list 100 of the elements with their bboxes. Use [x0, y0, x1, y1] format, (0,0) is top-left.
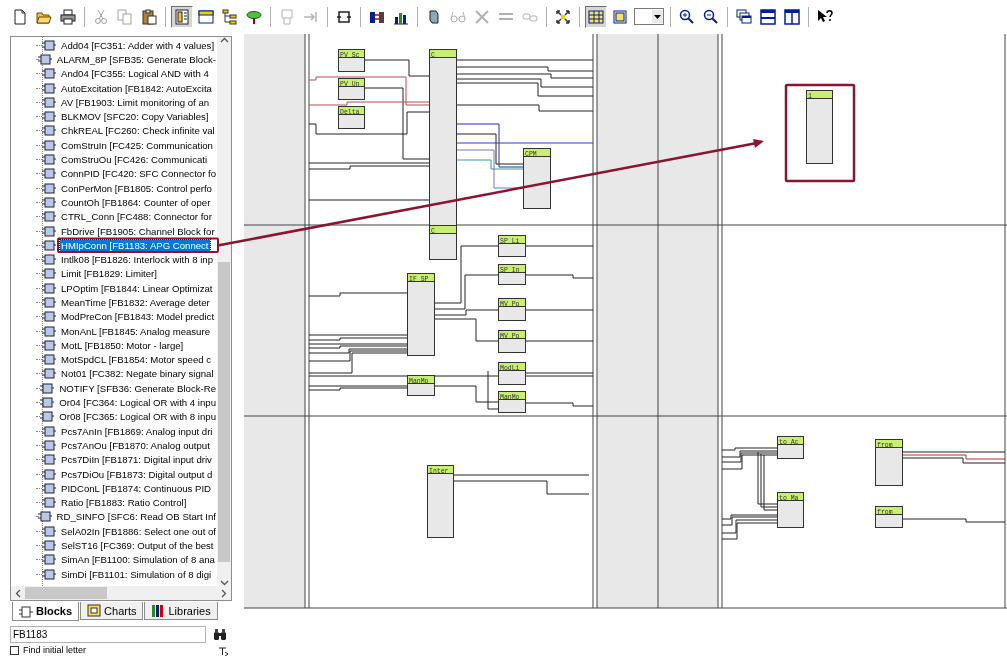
tree-item[interactable]: ComStruOu [FC426: Communicati — [60, 154, 209, 165]
tree-item[interactable]: And04 [FC355: Logical AND with 4 — [60, 68, 210, 80]
tab[interactable]: Charts — [80, 602, 144, 620]
paste-icon — [141, 8, 157, 25]
block-icon — [42, 211, 56, 223]
cross-icon — [474, 8, 490, 25]
block-icon — [42, 111, 56, 123]
block-icon — [37, 511, 52, 523]
caret-icon — [654, 14, 661, 19]
tree-item[interactable]: AV [FB1903: Limit monitoring of an — [60, 96, 211, 108]
chart-icon — [87, 604, 102, 617]
tree-icon — [222, 8, 238, 25]
zoom-in-icon — [679, 8, 695, 25]
tree-item[interactable]: MotL [FB1850: Motor - large] — [60, 339, 185, 351]
block-icon — [42, 254, 56, 266]
tree-item[interactable]: AutoExcitation [FB1842: AutoExcita — [60, 82, 213, 94]
pin-icon — [246, 8, 262, 25]
tree-item[interactable]: Add04 [FC351: Adder with 4 values] — [60, 39, 216, 51]
tree-item[interactable]: MotSpdCL [FB1854: Motor speed c — [60, 354, 213, 366]
block-icon — [42, 239, 56, 251]
chevron-up-icon[interactable] — [219, 37, 229, 43]
block-icon — [42, 297, 56, 308]
block-icon — [42, 68, 56, 80]
tree-item[interactable]: Pcs7DiIn [FB1871: Digital input driv — [60, 454, 213, 466]
tree-item[interactable]: HMIpConn [FB1183: APG Connect — [60, 239, 210, 251]
tree-item[interactable]: Pcs7DiOu [FB1873: Digital output d — [60, 468, 214, 480]
block-icon — [42, 454, 56, 466]
tree-item[interactable]: SelST16 [FC369: Output of the best — [60, 540, 215, 552]
tree-item[interactable]: ConnPID [FC420: SFC Connector fo — [59, 168, 217, 180]
block-icon — [42, 225, 56, 237]
book-icon — [174, 8, 190, 25]
tree-item[interactable]: Not01 [FC382: Negate binary signal — [60, 368, 215, 380]
table-icon — [588, 8, 604, 25]
tree-item[interactable]: Pcs7AnIn [FB1869: Analog input dri — [60, 425, 214, 437]
checkbox-label: Find initial letter — [23, 645, 87, 655]
block-icon — [37, 53, 52, 65]
zoom-dropdown[interactable] — [634, 8, 664, 25]
vertical-split-icon — [784, 8, 800, 25]
block-icon — [42, 439, 56, 451]
tree-item[interactable]: CountOh [FB1864: Counter of oper — [60, 196, 212, 208]
block-icon — [19, 604, 33, 618]
new-file-icon — [12, 8, 28, 25]
tab[interactable]: Blocks — [12, 602, 80, 621]
tree-item[interactable]: Pcs7AnOu [FB1870: Analog output — [60, 439, 211, 451]
block-icon — [42, 182, 56, 194]
chevron-right-icon[interactable] — [221, 588, 227, 598]
tree-item[interactable]: SelA02In [FB1886: Select one out of — [59, 525, 217, 537]
tree-item[interactable]: PIDConL [FB1874: Continuous PID — [60, 482, 213, 494]
block-icon — [42, 554, 56, 566]
block-icon — [40, 411, 55, 423]
chevron-left-icon[interactable] — [15, 588, 21, 598]
block-icon — [42, 196, 56, 208]
books-icon — [151, 604, 166, 617]
tree-item[interactable]: BLKMOV [SFC20: Copy Variables] — [60, 111, 210, 123]
loop-icon — [336, 8, 352, 25]
zoom-out-icon — [703, 8, 719, 25]
tree-item[interactable]: ConPerMon [FB1805: Control perfo — [60, 182, 213, 194]
sheet-icon — [612, 8, 628, 25]
print-icon — [60, 8, 76, 25]
toolbar-button[interactable] — [585, 5, 607, 28]
block-icon — [42, 425, 56, 437]
block-icon — [42, 139, 56, 151]
block-icon — [42, 282, 56, 294]
block-icon — [42, 268, 56, 280]
checkbox[interactable] — [10, 645, 19, 655]
tree-item[interactable]: ALARM_8P [SFB35: Generate Block- — [55, 53, 217, 65]
tree-item[interactable]: ChkREAL [FC260: Check infinite val — [60, 125, 216, 137]
block-icon — [42, 568, 56, 580]
binoculars-icon — [213, 628, 227, 641]
block-icon — [41, 168, 56, 180]
tree-item[interactable]: Intlk08 [FB1826: Interlock with 8 inp — [60, 254, 214, 266]
horizontal-scrollbar[interactable] — [11, 586, 231, 600]
tree-item[interactable]: CTRL_Conn [FC488: Connector for — [60, 211, 213, 223]
horizontal-split-icon — [760, 8, 776, 25]
tree-item[interactable]: MeanTime [FB1832: Average deter — [60, 297, 211, 308]
tree-item[interactable]: LPOptim [FB1844: Linear Optimizat — [60, 282, 214, 294]
tree-item[interactable]: Limit [FB1829: Limiter] — [60, 268, 158, 280]
block-icon — [42, 339, 56, 351]
tree-item[interactable]: Ratio [FB1883: Ratio Control] — [60, 497, 188, 509]
tree-item[interactable]: FbDrive [FB1905: Channel Block for — [60, 225, 216, 237]
block-icon — [42, 96, 56, 108]
tree-item[interactable]: ComStruIn [FC425: Communication — [60, 139, 214, 151]
tree-item[interactable]: SimAn [FB1100: Simulation of 8 ana — [60, 554, 216, 566]
tab[interactable]: Libraries — [144, 602, 218, 620]
tree-item[interactable]: MonAnL [FB1845: Analog measure — [60, 325, 211, 337]
sort-icon[interactable] — [218, 646, 230, 656]
tree-item[interactable]: NOTIFY [SFB36: Generate Block-Re — [58, 382, 217, 394]
tree-item[interactable]: Or04 [FC364: Logical OR with 4 inpu — [58, 397, 217, 409]
tree-item[interactable]: ModPreCon [FB1843: Model predict — [60, 311, 216, 323]
search-field[interactable]: FB1183 — [10, 626, 206, 643]
tree-item[interactable]: RD_SINFO [SFC6: Read OB Start Inf — [55, 511, 217, 523]
find-button[interactable] — [212, 626, 228, 643]
expand-arrows-icon — [555, 8, 571, 25]
tree-item[interactable]: SimDi [FB1101: Simulation of 8 digi — [60, 568, 213, 580]
block-icon — [42, 354, 56, 366]
chevron-down-icon[interactable] — [219, 580, 229, 586]
help-pointer-icon — [817, 8, 833, 25]
tree-item[interactable]: Or08 [FC365: Logical OR with 8 inpu — [58, 411, 217, 423]
block-icon — [40, 382, 55, 394]
vertical-scrollbar[interactable] — [217, 37, 231, 586]
